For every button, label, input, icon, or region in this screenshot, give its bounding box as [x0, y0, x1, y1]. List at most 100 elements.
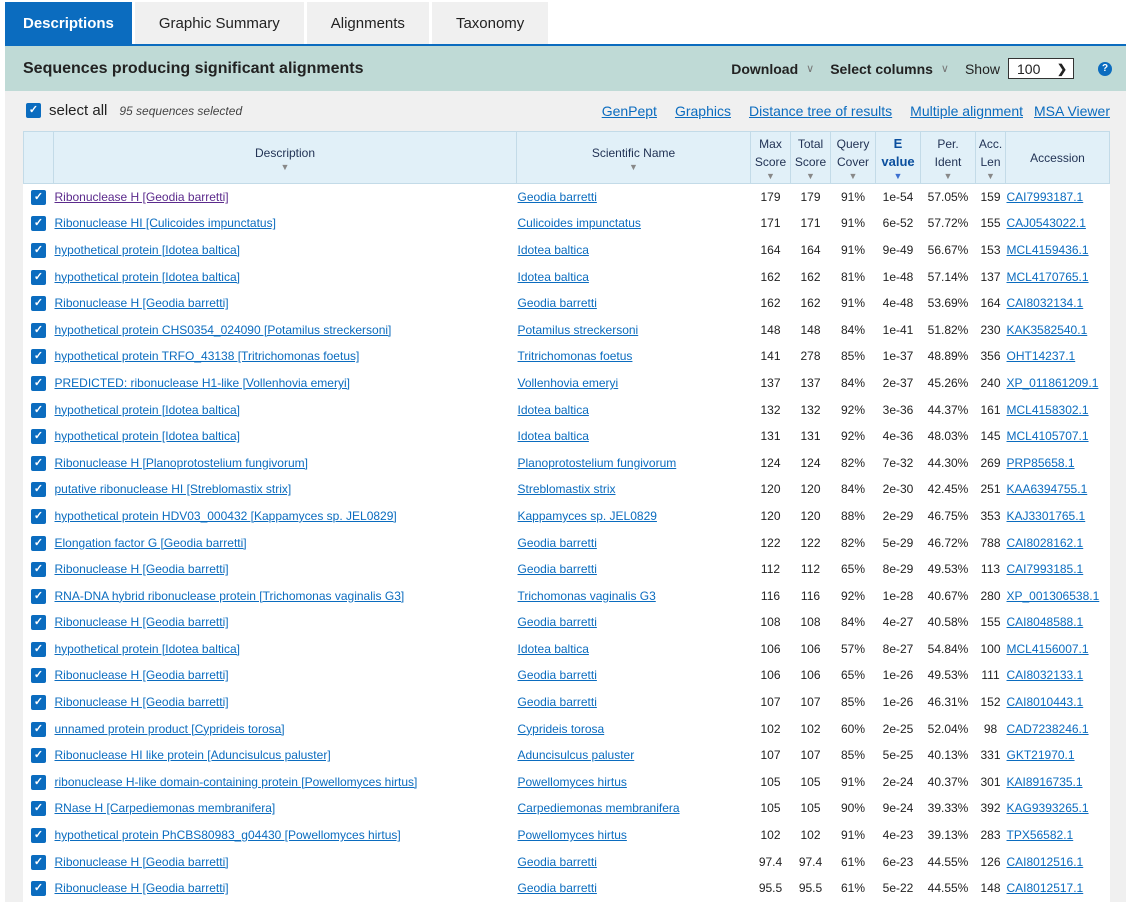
header-query-cover[interactable]: Query Cover ▼ [830, 131, 876, 184]
accession-link[interactable]: CAD7238246.1 [1007, 722, 1089, 736]
accession-link[interactable]: CAI7993187.1 [1007, 190, 1084, 204]
show-count-select[interactable]: 100 ❯ [1008, 58, 1074, 79]
row-checkbox[interactable]: ✓ [31, 695, 46, 711]
multiple-alignment-link[interactable]: Multiple alignment [910, 103, 1023, 119]
accession-link[interactable]: CAI8028162.1 [1007, 536, 1084, 550]
accession-link[interactable]: KAJ3301765.1 [1007, 509, 1086, 523]
description-link[interactable]: Elongation factor G [Geodia barretti] [55, 536, 247, 550]
description-link[interactable]: Ribonuclease H [Geodia barretti] [55, 296, 229, 310]
row-checkbox[interactable]: ✓ [31, 828, 46, 844]
accession-link[interactable]: CAI8032133.1 [1007, 668, 1084, 682]
row-checkbox[interactable]: ✓ [31, 641, 46, 657]
accession-link[interactable]: CAJ0543022.1 [1007, 216, 1086, 230]
description-link[interactable]: hypothetical protein HDV03_000432 [Kappa… [55, 509, 397, 523]
row-checkbox[interactable]: ✓ [31, 402, 46, 418]
tab-taxonomy[interactable]: Taxonomy [431, 2, 549, 44]
description-link[interactable]: ribonuclease H-like domain-containing pr… [55, 775, 418, 789]
accession-link[interactable]: CAI8012517.1 [1007, 881, 1084, 895]
row-checkbox[interactable]: ✓ [31, 881, 46, 897]
description-link[interactable]: Ribonuclease H [Geodia barretti] [55, 668, 229, 682]
scientific-name-link[interactable]: Powellomyces hirtus [518, 775, 627, 789]
accession-link[interactable]: MCL4105707.1 [1007, 429, 1089, 443]
download-dropdown[interactable]: Download ∨ [731, 61, 814, 77]
row-checkbox[interactable]: ✓ [31, 588, 46, 604]
header-acc-len[interactable]: Acc. Len ▼ [975, 131, 1006, 184]
scientific-name-link[interactable]: Powellomyces hirtus [518, 828, 627, 842]
description-link[interactable]: hypothetical protein CHS0354_024090 [Pot… [55, 323, 392, 337]
description-link[interactable]: Ribonuclease H [Geodia barretti] [55, 562, 229, 576]
scientific-name-link[interactable]: Idotea baltica [518, 429, 589, 443]
scientific-name-link[interactable]: Trichomonas vaginalis G3 [518, 589, 656, 603]
scientific-name-link[interactable]: Culicoides impunctatus [518, 216, 641, 230]
row-checkbox[interactable]: ✓ [31, 854, 46, 870]
header-total-score[interactable]: Total Score ▼ [790, 131, 831, 184]
row-checkbox[interactable]: ✓ [31, 375, 46, 391]
scientific-name-link[interactable]: Geodia barretti [518, 855, 597, 869]
description-link[interactable]: Ribonuclease H [Geodia barretti] [55, 695, 229, 709]
description-link[interactable]: Ribonuclease H [Geodia barretti] [55, 615, 229, 629]
row-checkbox[interactable]: ✓ [31, 349, 46, 365]
scientific-name-link[interactable]: Cyprideis torosa [518, 722, 605, 736]
row-checkbox[interactable]: ✓ [31, 721, 46, 737]
scientific-name-link[interactable]: Streblomastix strix [518, 482, 616, 496]
header-per-ident[interactable]: Per. Ident ▼ [920, 131, 976, 184]
description-link[interactable]: Ribonuclease HI like protein [Aduncisulc… [55, 748, 331, 762]
header-scientific-name[interactable]: Scientific Name ▼ [516, 131, 751, 184]
scientific-name-link[interactable]: Geodia barretti [518, 695, 597, 709]
row-checkbox[interactable]: ✓ [31, 615, 46, 631]
accession-link[interactable]: CAI8010443.1 [1007, 695, 1084, 709]
row-checkbox[interactable]: ✓ [31, 535, 46, 551]
scientific-name-link[interactable]: Geodia barretti [518, 296, 597, 310]
scientific-name-link[interactable]: Geodia barretti [518, 562, 597, 576]
description-link[interactable]: hypothetical protein [Idotea baltica] [55, 429, 240, 443]
accession-link[interactable]: KAI8916735.1 [1007, 775, 1083, 789]
scientific-name-link[interactable]: Tritrichomonas foetus [518, 349, 633, 363]
row-checkbox[interactable]: ✓ [31, 269, 46, 285]
description-link[interactable]: Ribonuclease H [Geodia barretti] [55, 881, 229, 895]
accession-link[interactable]: KAA6394755.1 [1007, 482, 1088, 496]
row-checkbox[interactable]: ✓ [31, 801, 46, 817]
description-link[interactable]: hypothetical protein [Idotea baltica] [55, 642, 240, 656]
select-all-label[interactable]: select all [49, 102, 107, 119]
row-checkbox[interactable]: ✓ [31, 774, 46, 790]
genpept-link[interactable]: GenPept [602, 103, 657, 119]
description-link[interactable]: hypothetical protein [Idotea baltica] [55, 270, 240, 284]
accession-link[interactable]: CAI8032134.1 [1007, 296, 1084, 310]
header-accession[interactable]: Accession [1005, 131, 1110, 184]
description-link[interactable]: hypothetical protein TRFO_43138 [Tritric… [55, 349, 360, 363]
row-checkbox[interactable]: ✓ [31, 296, 46, 312]
accession-link[interactable]: KAG9393265.1 [1007, 801, 1089, 815]
row-checkbox[interactable]: ✓ [31, 508, 46, 524]
scientific-name-link[interactable]: Geodia barretti [518, 190, 597, 204]
row-checkbox[interactable]: ✓ [31, 668, 46, 684]
row-checkbox[interactable]: ✓ [31, 190, 46, 206]
description-link[interactable]: hypothetical protein [Idotea baltica] [55, 243, 240, 257]
header-e-value[interactable]: Evalue ▼ [875, 131, 921, 184]
description-link[interactable]: Ribonuclease H [Geodia barretti] [55, 855, 229, 869]
description-link[interactable]: hypothetical protein [Idotea baltica] [55, 403, 240, 417]
scientific-name-link[interactable]: Geodia barretti [518, 881, 597, 895]
scientific-name-link[interactable]: Planoprotostelium fungivorum [518, 456, 677, 470]
accession-link[interactable]: GKT21970.1 [1007, 748, 1075, 762]
accession-link[interactable]: MCL4170765.1 [1007, 270, 1089, 284]
scientific-name-link[interactable]: Geodia barretti [518, 668, 597, 682]
description-link[interactable]: Ribonuclease H [Planoprotostelium fungiv… [55, 456, 308, 470]
accession-link[interactable]: MCL4159436.1 [1007, 243, 1089, 257]
row-checkbox[interactable]: ✓ [31, 216, 46, 232]
accession-link[interactable]: MCL4158302.1 [1007, 403, 1089, 417]
accession-link[interactable]: OHT14237.1 [1007, 349, 1076, 363]
help-icon[interactable]: ? [1098, 61, 1112, 76]
row-checkbox[interactable]: ✓ [31, 482, 46, 498]
tab-descriptions[interactable]: Descriptions [5, 2, 132, 44]
scientific-name-link[interactable]: Geodia barretti [518, 615, 597, 629]
scientific-name-link[interactable]: Geodia barretti [518, 536, 597, 550]
row-checkbox[interactable]: ✓ [31, 455, 46, 471]
row-checkbox[interactable]: ✓ [31, 748, 46, 764]
header-description[interactable]: Description ▼ [53, 131, 517, 184]
description-link[interactable]: RNA-DNA hybrid ribonuclease protein [Tri… [55, 589, 405, 603]
scientific-name-link[interactable]: Aduncisulcus paluster [518, 748, 635, 762]
description-link[interactable]: Ribonuclease HI [Culicoides impunctatus] [55, 216, 276, 230]
scientific-name-link[interactable]: Kappamyces sp. JEL0829 [518, 509, 657, 523]
accession-link[interactable]: CAI8048588.1 [1007, 615, 1084, 629]
row-checkbox[interactable]: ✓ [31, 322, 46, 338]
